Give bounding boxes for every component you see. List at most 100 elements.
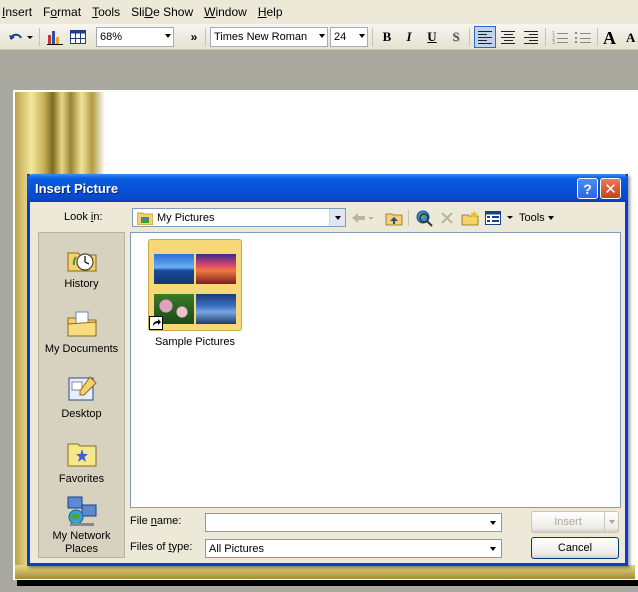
look-in-label: Look in: bbox=[64, 211, 103, 223]
back-button[interactable] bbox=[352, 208, 374, 227]
chevron-down-icon bbox=[547, 215, 554, 220]
chevron-down-icon[interactable] bbox=[485, 514, 501, 531]
underline-button[interactable]: U bbox=[422, 27, 442, 47]
file-name-input[interactable] bbox=[205, 513, 502, 532]
cancel-button[interactable]: Cancel bbox=[531, 537, 619, 559]
new-folder-button[interactable] bbox=[460, 208, 480, 227]
file-list[interactable]: Sample Pictures bbox=[130, 232, 621, 508]
menu-tools[interactable]: Tools bbox=[90, 5, 129, 19]
decrease-font-button[interactable]: A bbox=[625, 27, 638, 47]
chevron-down-icon[interactable] bbox=[485, 540, 501, 557]
undo-button[interactable] bbox=[6, 27, 34, 47]
back-arrow-icon bbox=[352, 212, 374, 223]
place-label: Favorites bbox=[58, 473, 105, 485]
dialog-title: Insert Picture bbox=[35, 181, 119, 196]
toolbar-separator bbox=[408, 210, 409, 226]
file-name-label: File name: bbox=[130, 515, 182, 527]
table-icon bbox=[70, 30, 86, 44]
italic-button[interactable]: I bbox=[399, 27, 419, 47]
more-buttons[interactable]: » bbox=[187, 27, 201, 47]
favorites-icon bbox=[66, 438, 98, 470]
delete-icon bbox=[441, 211, 453, 224]
toolbar-separator bbox=[205, 28, 206, 46]
menu-bar: Insert Format Tools SliDe Show Window He… bbox=[0, 0, 638, 24]
insert-label: Insert bbox=[554, 516, 582, 528]
align-right-icon bbox=[524, 30, 538, 44]
views-button[interactable] bbox=[484, 208, 516, 227]
menu-insert[interactable]: Insert bbox=[0, 5, 41, 19]
my-documents-icon bbox=[66, 308, 98, 340]
insert-button[interactable]: Insert bbox=[531, 511, 619, 533]
look-in-value: My Pictures bbox=[157, 211, 215, 224]
dialog-titlebar[interactable]: Insert Picture ? ✕ bbox=[27, 174, 628, 202]
bold-button[interactable]: B bbox=[377, 27, 397, 47]
font-combo[interactable]: Times New Roman bbox=[210, 27, 328, 47]
network-places-icon bbox=[66, 495, 98, 527]
zoom-value: 68% bbox=[100, 31, 123, 43]
align-left-icon bbox=[478, 30, 492, 44]
place-my-network-places[interactable]: My Network Places bbox=[39, 495, 124, 556]
menu-slide-show[interactable]: SliDe Show bbox=[129, 5, 202, 19]
toolbar-separator bbox=[372, 28, 373, 46]
bullets-button[interactable] bbox=[573, 27, 593, 47]
shortcut-arrow-icon bbox=[149, 316, 163, 330]
close-icon: ✕ bbox=[604, 180, 617, 198]
bulleted-list-icon bbox=[575, 32, 591, 43]
place-label: Desktop bbox=[61, 408, 102, 420]
numbering-button[interactable]: 1 2 3 bbox=[550, 27, 570, 47]
align-left-button[interactable] bbox=[474, 26, 496, 48]
place-label: My Network Places bbox=[52, 530, 111, 555]
font-value: Times New Roman bbox=[214, 31, 308, 43]
delete-button[interactable] bbox=[438, 208, 456, 227]
new-folder-icon bbox=[461, 209, 479, 225]
place-favorites[interactable]: Favorites bbox=[39, 438, 124, 485]
menu-format[interactable]: Format bbox=[41, 5, 90, 19]
up-one-level-button[interactable] bbox=[384, 208, 404, 227]
place-my-documents[interactable]: My Documents bbox=[39, 308, 124, 355]
undo-icon bbox=[9, 33, 33, 40]
increase-font-button[interactable]: A bbox=[602, 27, 622, 47]
winter-thumbnail bbox=[196, 294, 236, 324]
shadow-button[interactable]: S bbox=[446, 27, 466, 47]
places-bar: History My Documents Desktop Favorites M… bbox=[38, 232, 125, 558]
slide-gold-border-bottom bbox=[15, 565, 635, 579]
insert-chart-button[interactable] bbox=[45, 27, 65, 47]
chart-icon bbox=[47, 31, 63, 45]
menu-help[interactable]: Help bbox=[256, 5, 292, 19]
svg-text:A: A bbox=[603, 28, 616, 46]
close-button[interactable]: ✕ bbox=[600, 178, 621, 199]
chevron-down-icon bbox=[319, 34, 325, 38]
svg-text:A: A bbox=[626, 30, 636, 44]
desktop-icon bbox=[66, 373, 98, 405]
place-desktop[interactable]: Desktop bbox=[39, 373, 124, 420]
chevron-down-icon[interactable] bbox=[329, 209, 345, 226]
look-in-combo[interactable]: My Pictures bbox=[132, 208, 346, 227]
toolbar-separator bbox=[545, 28, 546, 46]
blue-hills-thumbnail bbox=[154, 254, 194, 284]
place-label: My Documents bbox=[44, 343, 119, 355]
help-icon: ? bbox=[583, 180, 592, 197]
cancel-label: Cancel bbox=[557, 542, 593, 554]
toolbar-separator bbox=[597, 28, 598, 46]
tools-menu-button[interactable]: Tools bbox=[519, 208, 559, 227]
folder-up-icon bbox=[385, 213, 403, 225]
folder-label: Sample Pictures bbox=[154, 336, 236, 348]
files-of-type-select[interactable]: All Pictures bbox=[205, 539, 502, 558]
search-web-button[interactable] bbox=[414, 208, 434, 227]
folder-item-sample-pictures[interactable]: Sample Pictures bbox=[147, 239, 243, 348]
insert-table-button[interactable] bbox=[68, 27, 88, 47]
search-web-icon bbox=[416, 210, 433, 227]
font-size-combo[interactable]: 24 bbox=[330, 27, 368, 47]
zoom-combo[interactable]: 68% bbox=[96, 27, 174, 47]
tools-label: Tools bbox=[519, 211, 545, 224]
decrease-font-icon: A bbox=[626, 30, 636, 44]
help-button[interactable]: ? bbox=[577, 178, 598, 199]
menu-window[interactable]: Window bbox=[202, 5, 256, 19]
history-icon bbox=[66, 243, 98, 275]
sunset-thumbnail bbox=[196, 254, 236, 284]
align-right-button[interactable] bbox=[520, 26, 542, 48]
place-history[interactable]: History bbox=[39, 243, 124, 290]
views-icon bbox=[485, 210, 513, 225]
align-center-button[interactable] bbox=[497, 26, 519, 48]
insert-options-chevron-icon[interactable] bbox=[604, 512, 618, 532]
